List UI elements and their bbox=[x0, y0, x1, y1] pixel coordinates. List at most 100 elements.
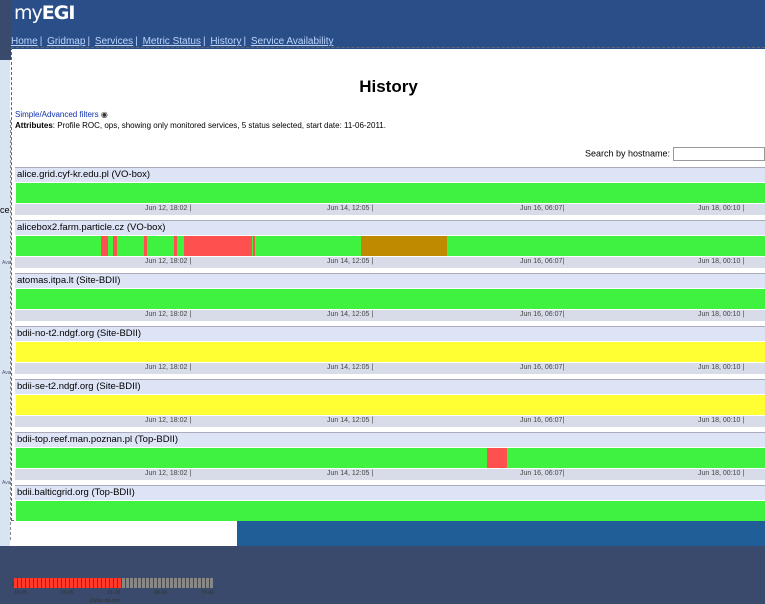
nav-services[interactable]: Services bbox=[95, 36, 133, 47]
status-segment-ok[interactable] bbox=[116, 236, 144, 256]
availability-bar bbox=[190, 578, 193, 588]
tick-label: Jun 14, 12:05 | bbox=[327, 258, 374, 265]
nav-home[interactable]: Home bbox=[11, 36, 38, 47]
host-row: alice.grid.cyf-kr.edu.pl (VO-box) Jun 12… bbox=[15, 167, 765, 220]
tick-label: Jun 12, 18:02 | bbox=[145, 205, 192, 212]
nav-history[interactable]: History bbox=[210, 36, 241, 47]
vertical-label-3: Availability bbox=[2, 480, 26, 486]
tick-label: Jun 12, 18:02 | bbox=[145, 470, 192, 477]
tick-label: Jun 12, 18:02 | bbox=[145, 311, 192, 318]
tick-label: Jun 14, 12:05 | bbox=[327, 364, 374, 371]
tick-label: Jun 12, 18:02 | bbox=[145, 417, 192, 424]
tick-label: Jun 14, 12:05 | bbox=[327, 470, 374, 477]
availability-bar bbox=[206, 578, 209, 588]
status-segment-critical[interactable] bbox=[100, 236, 109, 256]
availability-bar bbox=[186, 578, 189, 588]
status-timeline[interactable] bbox=[16, 236, 765, 256]
status-segment-ok[interactable] bbox=[447, 236, 765, 256]
hostname-search-input[interactable] bbox=[673, 147, 765, 161]
axis-label: 25-05 bbox=[60, 590, 74, 596]
time-axis: Jun 12, 18:02 | Jun 14, 12:05 | Jun 16, 06… bbox=[15, 257, 765, 268]
availability-bar bbox=[194, 578, 197, 588]
status-segment-ok[interactable] bbox=[177, 236, 184, 256]
status-segment-unknown[interactable] bbox=[361, 236, 448, 256]
availability-bar bbox=[110, 578, 113, 588]
availability-bar bbox=[90, 578, 93, 588]
host-name[interactable]: bdii.balticgrid.org (Top-BDII) bbox=[15, 486, 765, 500]
status-segment-ok[interactable] bbox=[254, 236, 361, 256]
availability-bar bbox=[62, 578, 65, 588]
tick-label: Jun 18, 00:10 | bbox=[698, 258, 745, 265]
availability-bar bbox=[162, 578, 165, 588]
status-segment-ok[interactable] bbox=[16, 448, 487, 468]
availability-bar bbox=[98, 578, 101, 588]
host-name[interactable]: atomas.itpa.lt (Site-BDII) bbox=[15, 274, 765, 288]
availability-bar bbox=[138, 578, 141, 588]
nav-gridmap[interactable]: Gridmap bbox=[47, 36, 85, 47]
tick-label: Jun 16, 06:07| bbox=[520, 470, 565, 477]
axis-label: 08-06 bbox=[154, 590, 168, 596]
tick-label: Jun 16, 06:07| bbox=[520, 258, 565, 265]
tick-label: Jun 18, 00:10 | bbox=[698, 417, 745, 424]
search-label: Search by hostname: bbox=[584, 148, 670, 159]
availability-bar bbox=[82, 578, 85, 588]
left-partial-label: ce bbox=[0, 205, 10, 215]
status-timeline[interactable] bbox=[16, 183, 765, 203]
status-timeline[interactable] bbox=[16, 448, 765, 468]
availability-bar bbox=[58, 578, 61, 588]
time-axis: Jun 12, 18:02 | Jun 14, 12:05 | Jun 16, 06… bbox=[15, 363, 765, 374]
host-name[interactable]: bdii-se-t2.ndgf.org (Site-BDII) bbox=[15, 380, 765, 394]
nav-service-availability[interactable]: Service Availability bbox=[251, 36, 334, 47]
nav-metric-status[interactable]: Metric Status bbox=[143, 36, 201, 47]
vertical-label-2: Availability bbox=[2, 370, 26, 376]
search-box: Search by hostname: bbox=[585, 147, 765, 161]
axis-title: Dates dd-mm bbox=[90, 598, 121, 604]
status-segment-warning[interactable] bbox=[16, 395, 765, 415]
host-name[interactable]: bdii-no-t2.ndgf.org (Site-BDII) bbox=[15, 327, 765, 341]
background-window-bottom bbox=[237, 521, 765, 546]
time-axis: Jun 12, 18:02 | Jun 14, 12:05 | Jun 16, 06… bbox=[15, 416, 765, 427]
page-title: History bbox=[359, 77, 418, 96]
status-timeline[interactable] bbox=[16, 289, 765, 309]
availability-bar bbox=[210, 578, 213, 588]
status-segment-ok[interactable] bbox=[507, 448, 765, 468]
axis-label: 15-06 bbox=[201, 590, 214, 596]
status-segment-ok[interactable] bbox=[16, 501, 765, 521]
availability-bar bbox=[154, 578, 157, 588]
host-name[interactable]: alicebox2.farm.particle.cz (VO-box) bbox=[15, 221, 765, 235]
attributes-label: Attributes bbox=[15, 121, 53, 130]
tick-label: Jun 14, 12:05 | bbox=[327, 417, 374, 424]
availability-bar bbox=[170, 578, 173, 588]
availability-bar bbox=[34, 578, 37, 588]
host-name[interactable]: bdii-top.reef.man.poznan.pl (Top-BDII) bbox=[15, 433, 765, 447]
status-segment-critical[interactable] bbox=[184, 236, 249, 256]
availability-bar bbox=[74, 578, 77, 588]
availability-bar bbox=[106, 578, 109, 588]
host-name[interactable]: alice.grid.cyf-kr.edu.pl (VO-box) bbox=[15, 168, 765, 182]
status-timeline[interactable] bbox=[16, 501, 765, 521]
status-segment-warning[interactable] bbox=[16, 342, 765, 362]
availability-bar bbox=[14, 578, 17, 588]
eye-icon[interactable]: ◉ bbox=[101, 110, 108, 119]
availability-bar bbox=[146, 578, 149, 588]
status-segment-ok[interactable] bbox=[16, 236, 101, 256]
availability-bar bbox=[42, 578, 45, 588]
status-segment-ok[interactable] bbox=[147, 236, 175, 256]
tick-label: Jun 14, 12:05 | bbox=[327, 205, 374, 212]
status-segment-critical[interactable] bbox=[487, 448, 508, 468]
time-axis: Jun 12, 18:02 | Jun 14, 12:05 | Jun 16, 06… bbox=[15, 310, 765, 321]
availability-bar bbox=[86, 578, 89, 588]
tick-label: Jun 16, 06:07| bbox=[520, 364, 565, 371]
status-segment-ok[interactable] bbox=[16, 289, 765, 309]
availability-bar bbox=[134, 578, 137, 588]
filters-toggle[interactable]: Simple/Advanced filters ◉ bbox=[15, 110, 108, 119]
availability-bar bbox=[54, 578, 57, 588]
tick-label: Jun 18, 00:10 | bbox=[698, 364, 745, 371]
status-timeline[interactable] bbox=[16, 395, 765, 415]
myegi-logo[interactable]: myEGI bbox=[14, 2, 75, 24]
availability-bar bbox=[126, 578, 129, 588]
time-axis: Jun 12, 18:02 | Jun 14, 12:05 | Jun 16, 06… bbox=[15, 469, 765, 480]
status-segment-ok[interactable] bbox=[16, 183, 765, 203]
status-timeline[interactable] bbox=[16, 342, 765, 362]
filters-link[interactable]: Simple/Advanced filters bbox=[15, 110, 99, 119]
